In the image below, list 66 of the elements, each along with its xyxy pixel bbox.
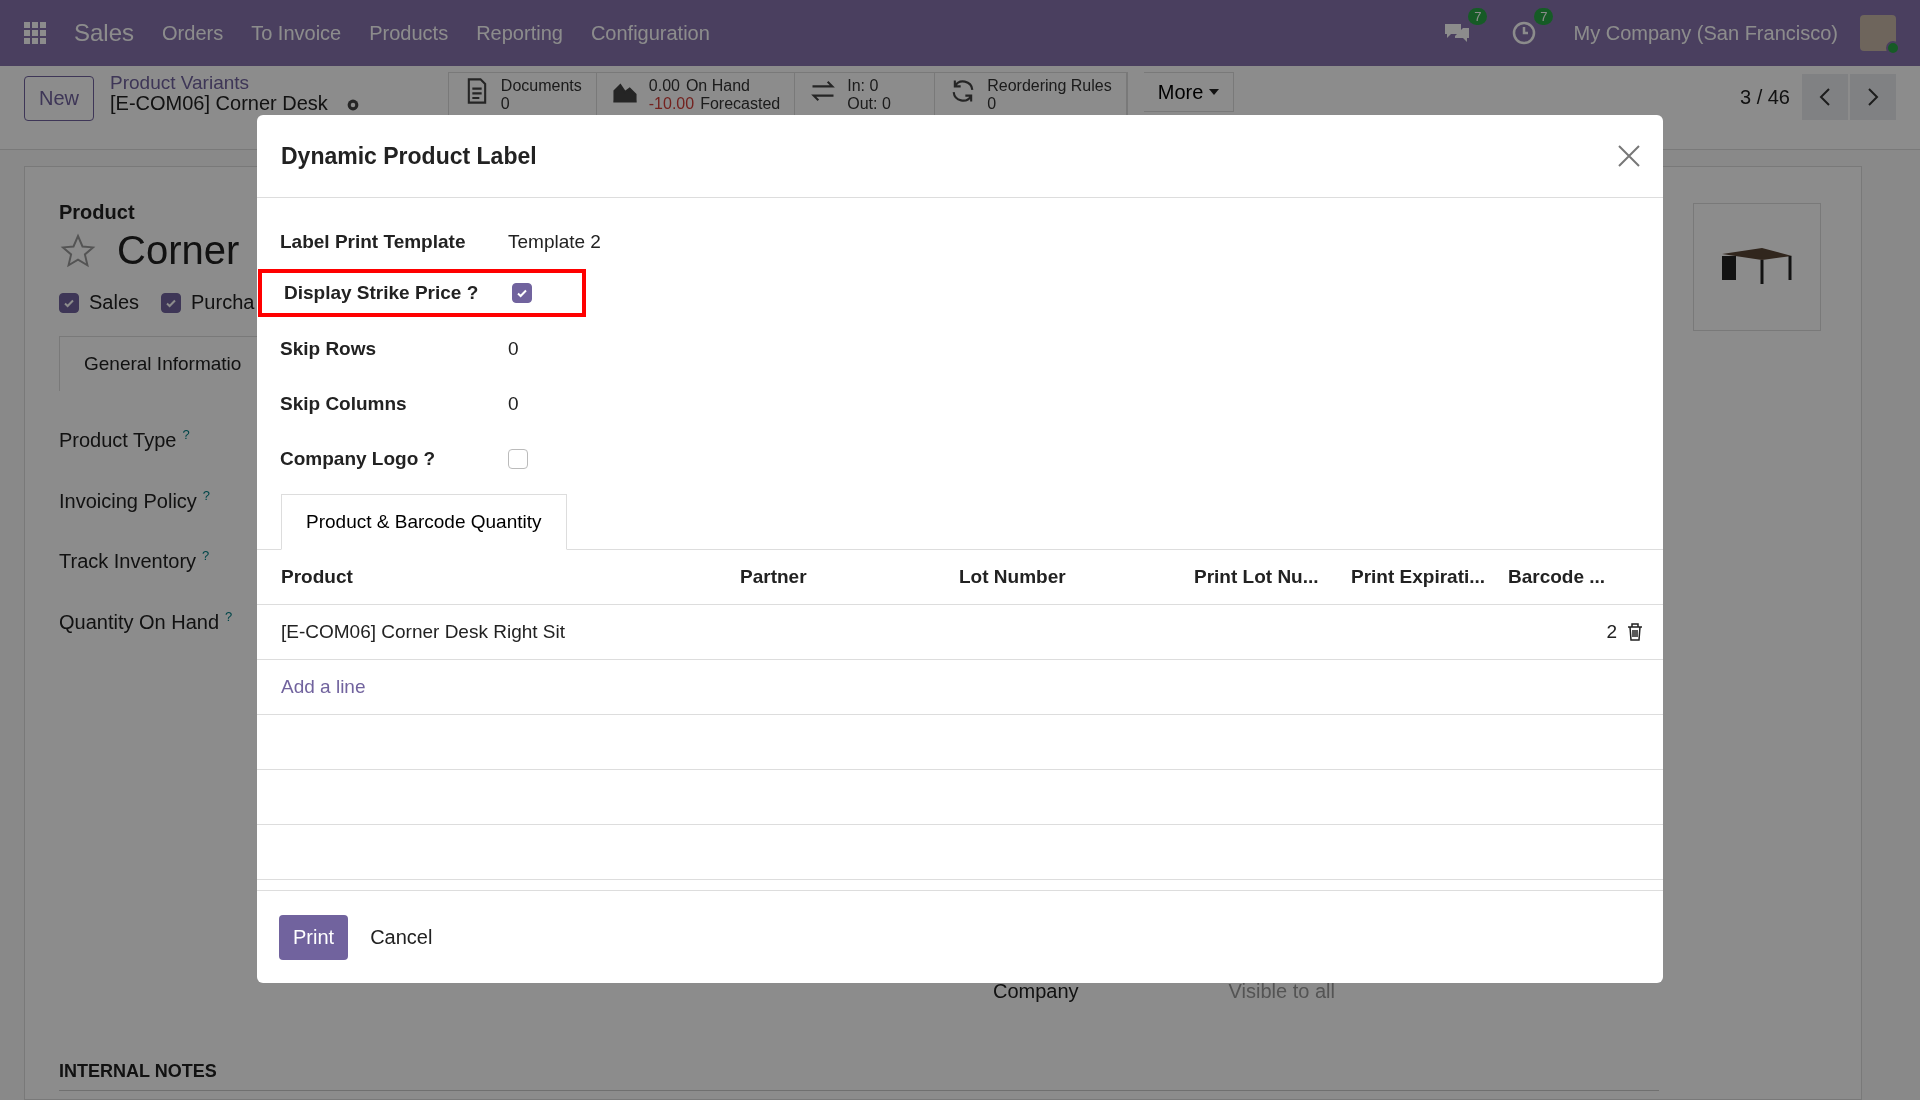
checkbox-label: Purcha xyxy=(191,291,255,314)
field-label: Company Logo ? xyxy=(280,447,437,470)
help-tooltip[interactable]: ? xyxy=(202,548,210,564)
column-header[interactable]: Print Expirati... xyxy=(1351,566,1508,588)
previous-button[interactable] xyxy=(1802,74,1848,120)
tab[interactable]: Product & Barcode Quantity xyxy=(281,494,567,550)
checkbox[interactable] xyxy=(59,292,79,313)
product-name: Corner xyxy=(117,228,240,273)
activity-count-badge: 7 xyxy=(1534,8,1554,25)
field-label: Label Print Template xyxy=(280,230,467,253)
help-tooltip[interactable]: ? xyxy=(202,487,211,503)
chevron-right-icon xyxy=(1867,87,1879,107)
help-tooltip[interactable]: ? xyxy=(225,608,233,624)
field-value[interactable]: Template 2 xyxy=(508,230,601,253)
column-header[interactable]: Product xyxy=(281,566,740,588)
field-label: Track Inventory xyxy=(59,549,197,572)
checkbox[interactable] xyxy=(512,283,532,303)
column-header[interactable]: Print Lot Nu... xyxy=(1194,566,1351,588)
table-cell-text: [E-COM06] Corner Desk Right Sit xyxy=(281,621,567,643)
more-dropdown[interactable]: More xyxy=(1143,72,1235,112)
print-button[interactable]: Print xyxy=(279,914,349,960)
menu-item[interactable]: Reporting xyxy=(476,21,563,45)
pager-counter: 3 / 46 xyxy=(1739,85,1790,109)
field-value[interactable]: 0 xyxy=(508,337,519,360)
table-cell: 2 xyxy=(1606,621,1617,643)
help-tooltip[interactable]: ? xyxy=(182,427,190,442)
check-icon xyxy=(516,287,528,299)
field-label: Company xyxy=(993,980,1079,1003)
field-label: Product xyxy=(59,201,136,224)
field-value[interactable]: 0 xyxy=(508,392,519,415)
menu-item[interactable]: Configuration xyxy=(590,21,710,45)
checkbox-label: Sales xyxy=(89,291,140,314)
trash-icon[interactable] xyxy=(1627,623,1643,641)
star-icon[interactable] xyxy=(59,232,97,269)
breadcrumb-link[interactable]: Product Variants xyxy=(110,72,328,93)
online-status-dot xyxy=(1886,41,1900,55)
desk-photo[interactable] xyxy=(1693,203,1821,331)
clock-icon[interactable] xyxy=(1511,20,1538,46)
menu-item[interactable]: To Invoice xyxy=(251,21,342,45)
new-button[interactable]: New xyxy=(24,76,94,121)
section-heading: INTERNAL NOTES xyxy=(59,1061,1659,1091)
field-label: Skip Columns xyxy=(280,392,408,415)
menu-item[interactable]: Orders xyxy=(162,21,224,45)
field-label: Product Type xyxy=(59,428,177,451)
field-label: Skip Rows xyxy=(280,337,378,360)
next-button[interactable] xyxy=(1850,74,1896,120)
field-value: Visible to all xyxy=(1228,980,1335,1003)
dialog-title: Dynamic Product Label xyxy=(281,142,537,170)
company-switcher[interactable]: My Company (San Francisco) xyxy=(1573,21,1838,45)
field-label: Invoicing Policy xyxy=(59,489,197,512)
field-label: Quantity On Hand xyxy=(59,610,220,633)
checkbox[interactable] xyxy=(161,292,182,313)
column-header[interactable]: Barcode ... xyxy=(1508,566,1643,588)
close-icon[interactable] xyxy=(1617,144,1641,168)
menu-item[interactable]: Products xyxy=(369,21,449,45)
column-header[interactable]: Partner xyxy=(740,566,959,588)
add-line-link[interactable]: Add a line xyxy=(281,676,740,698)
caret-icon xyxy=(1209,89,1220,95)
record-name: [E-COM06] Corner Desk xyxy=(110,93,328,114)
message-count-badge: 7 xyxy=(1468,8,1488,25)
field-label: Display Strike Price ? xyxy=(284,282,480,304)
checkbox[interactable] xyxy=(508,448,528,469)
apps-grid-icon[interactable] xyxy=(24,22,46,44)
column-header[interactable]: Lot Number xyxy=(959,566,1194,588)
chevron-left-icon xyxy=(1819,87,1831,107)
app-name[interactable]: Sales xyxy=(74,19,135,47)
